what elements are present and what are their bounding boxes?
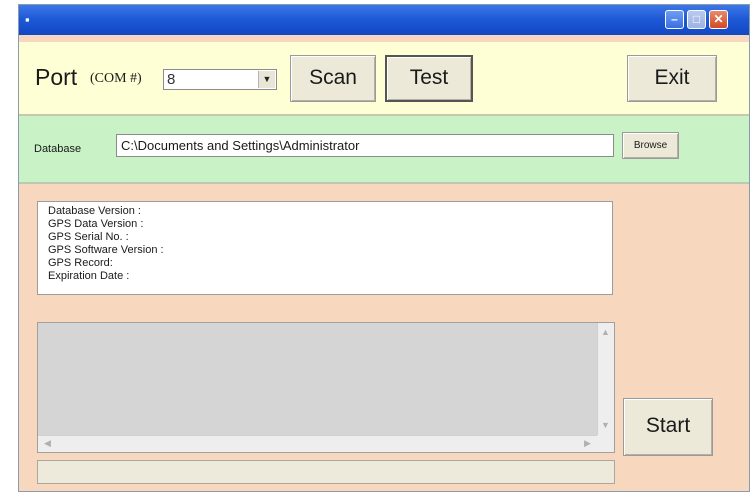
maximize-icon: □ — [692, 12, 701, 26]
scroll-up-icon[interactable]: ▲ — [598, 325, 613, 340]
port-label: Port — [35, 64, 78, 90]
close-icon: ✕ — [713, 12, 724, 26]
test-button[interactable]: Test — [385, 55, 473, 102]
main-window: ▪ – □ ✕ Port (COM #) 8 ▼ Scan Test Exit … — [18, 4, 750, 492]
info-gps-software-version: GPS Software Version : — [48, 244, 164, 256]
info-box: Database Version : GPS Data Version : GP… — [37, 201, 613, 295]
port-select-value: 8 — [167, 71, 176, 88]
com-label: (COM #) — [90, 71, 142, 86]
info-database-version: Database Version : — [48, 205, 141, 217]
scroll-corner — [597, 435, 614, 452]
port-panel: Port (COM #) 8 ▼ Scan Test Exit — [19, 42, 749, 116]
database-path-field[interactable]: C:\Documents and Settings\Administrator — [116, 134, 614, 157]
status-bar — [37, 460, 615, 484]
minimize-button[interactable]: – — [665, 10, 684, 29]
horizontal-scrollbar[interactable]: ◀ ▶ — [38, 435, 597, 452]
info-gps-data-version: GPS Data Version : — [48, 218, 144, 230]
info-expiration-date: Expiration Date : — [48, 270, 130, 282]
app-icon[interactable]: ▪ — [25, 12, 39, 28]
scroll-left-icon[interactable]: ◀ — [40, 436, 55, 451]
chevron-down-icon[interactable]: ▼ — [258, 71, 275, 88]
info-gps-serial-no: GPS Serial No. : — [48, 231, 129, 243]
close-button[interactable]: ✕ — [709, 10, 728, 29]
database-panel: Database C:\Documents and Settings\Admin… — [19, 116, 749, 184]
title-bar[interactable]: ▪ – □ ✕ — [19, 5, 749, 35]
scroll-down-icon[interactable]: ▼ — [598, 418, 613, 433]
port-select[interactable]: 8 ▼ — [163, 69, 277, 90]
scroll-right-icon[interactable]: ▶ — [580, 436, 595, 451]
maximize-button[interactable]: □ — [687, 10, 706, 29]
database-path-value: C:\Documents and Settings\Administrator — [121, 138, 360, 153]
database-label: Database — [34, 143, 82, 155]
browse-button[interactable]: Browse — [622, 132, 679, 159]
vertical-scrollbar[interactable]: ▲ ▼ — [597, 323, 614, 435]
minimize-icon: – — [671, 12, 678, 26]
start-button[interactable]: Start — [623, 398, 713, 456]
scan-button[interactable]: Scan — [290, 55, 376, 102]
log-area[interactable]: ▲ ▼ ◀ ▶ — [37, 322, 615, 453]
info-gps-record: GPS Record: — [48, 257, 113, 269]
exit-button[interactable]: Exit — [627, 55, 717, 102]
